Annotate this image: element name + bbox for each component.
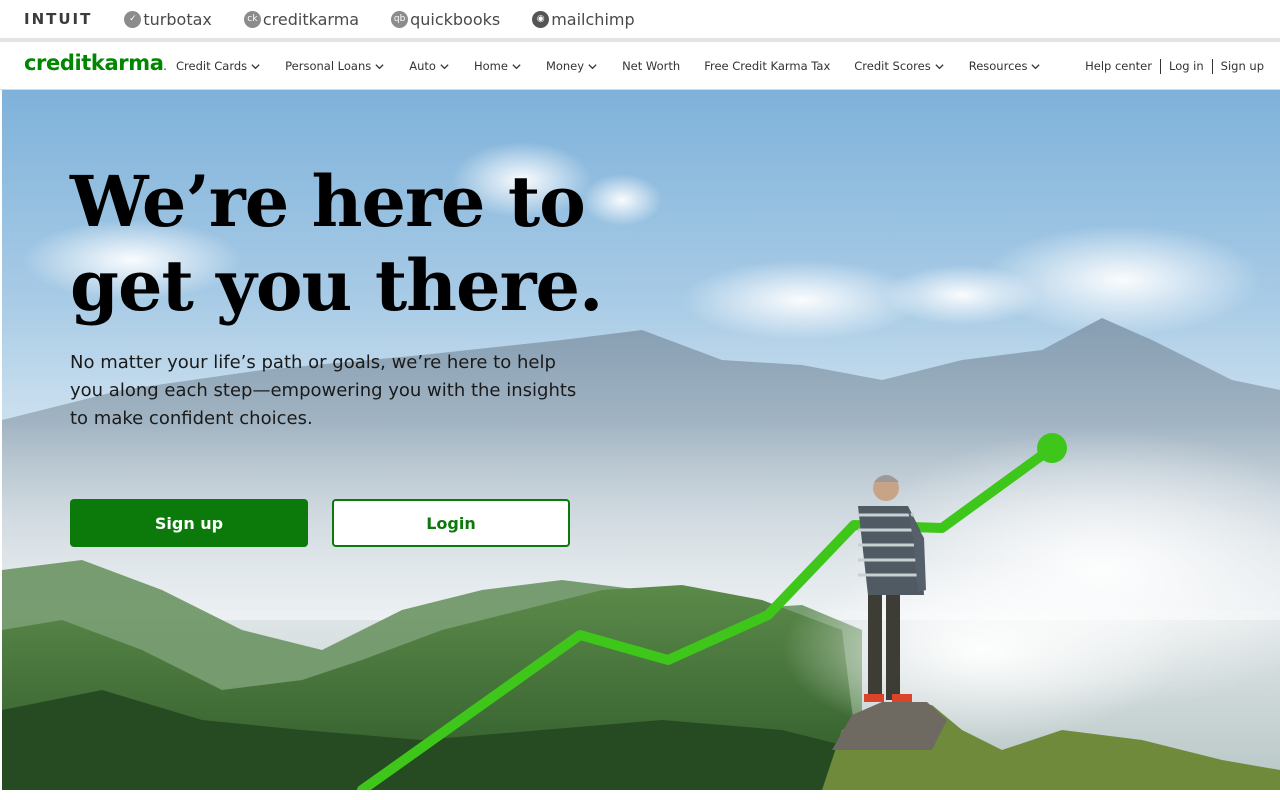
nav-menu: Credit Cards Personal Loans Auto Home Mo… — [176, 42, 1065, 90]
chevron-down-icon — [375, 63, 384, 69]
turbotax-check-icon: ✓ — [124, 10, 142, 28]
chevron-down-icon — [251, 63, 260, 69]
hero-title-line-2: get you there. — [70, 244, 603, 327]
login-button[interactable]: Login — [332, 499, 570, 547]
nav-item-label: Home — [473, 59, 508, 73]
account-links: Help center Log in Sign up — [1077, 42, 1272, 90]
sign-up-button[interactable]: Sign up — [70, 499, 308, 547]
sign-up-link[interactable]: Sign up — [1211, 58, 1272, 74]
logo-text: creditkarma — [24, 51, 164, 75]
nav-item-money[interactable]: Money — [546, 59, 598, 73]
creditkarma-logo[interactable]: creditkarma. — [24, 51, 166, 75]
logo-dot: . — [163, 63, 167, 72]
creditkarma-ck-icon: ck — [243, 10, 261, 28]
nav-item-home[interactable]: Home — [474, 59, 522, 73]
hero-subtitle: No matter your life’s path or goals, we’… — [70, 352, 577, 429]
brand-quickbooks-label: quickbooks — [410, 9, 501, 29]
nav-item-credit-cards[interactable]: Credit Cards — [176, 59, 261, 73]
nav-item-label: Auto — [409, 59, 436, 73]
nav-item-credit-scores[interactable]: Credit Scores — [854, 59, 944, 73]
nav-item-net-worth[interactable]: Net Worth — [622, 59, 680, 73]
sky-cloud — [882, 265, 1042, 325]
brand-turbotax[interactable]: ✓ turbotax — [124, 9, 212, 29]
brand-quickbooks[interactable]: qb quickbooks — [391, 10, 500, 29]
brand-intuit-label: INTUIT — [24, 10, 93, 28]
nav-item-label: Free Credit Karma Tax — [704, 59, 831, 73]
nav-item-free-credit-karma-tax[interactable]: Free Credit Karma Tax — [704, 59, 830, 73]
nav-item-label: Net Worth — [622, 59, 681, 73]
nav-item-label: Credit Scores — [854, 59, 931, 73]
hero-title: We’re here to get you there. — [70, 160, 630, 328]
nav-item-label: Personal Loans — [285, 59, 372, 73]
nav-item-label: Credit Cards — [176, 59, 248, 73]
fog-bank — [782, 560, 1182, 740]
chevron-down-icon — [588, 63, 597, 69]
sign-up-button-label: Sign up — [154, 513, 224, 533]
chevron-down-icon — [512, 63, 521, 69]
brand-intuit[interactable]: INTUIT — [24, 10, 92, 28]
log-in-link[interactable]: Log in — [1159, 58, 1212, 74]
hero-section: We’re here to get you there. No matter y… — [2, 90, 1280, 790]
hero-title-line-1: We’re here to — [70, 160, 586, 243]
quickbooks-qb-icon: qb — [391, 10, 409, 28]
growth-chart-endpoint — [1037, 433, 1067, 463]
brand-creditkarma[interactable]: ck creditkarma — [243, 9, 360, 29]
nav-item-label: Resources — [968, 59, 1028, 73]
login-button-label: Login — [426, 513, 476, 533]
nav-item-auto[interactable]: Auto — [409, 59, 450, 73]
chevron-down-icon — [935, 63, 944, 69]
help-center-link[interactable]: Help center — [1077, 59, 1160, 74]
brand-creditkarma-label: creditkarma — [262, 9, 360, 29]
chevron-down-icon — [1031, 63, 1041, 69]
brand-mailchimp-label: mailchimp — [551, 9, 635, 29]
nav-item-personal-loans[interactable]: Personal Loans — [285, 59, 385, 73]
nav-item-label: Money — [545, 59, 585, 73]
mailchimp-freddie-icon: ◉ — [532, 10, 550, 28]
nav-item-resources[interactable]: Resources — [969, 59, 1042, 73]
main-nav: creditkarma. Credit Cards Personal Loans… — [0, 42, 1280, 90]
chevron-down-icon — [440, 63, 449, 69]
intuit-brand-bar: INTUIT ✓ turbotax ck creditkarma qb quic… — [0, 0, 1280, 38]
brand-turbotax-label: turbotax — [143, 9, 212, 29]
brand-mailchimp[interactable]: ◉ mailchimp — [532, 9, 635, 29]
